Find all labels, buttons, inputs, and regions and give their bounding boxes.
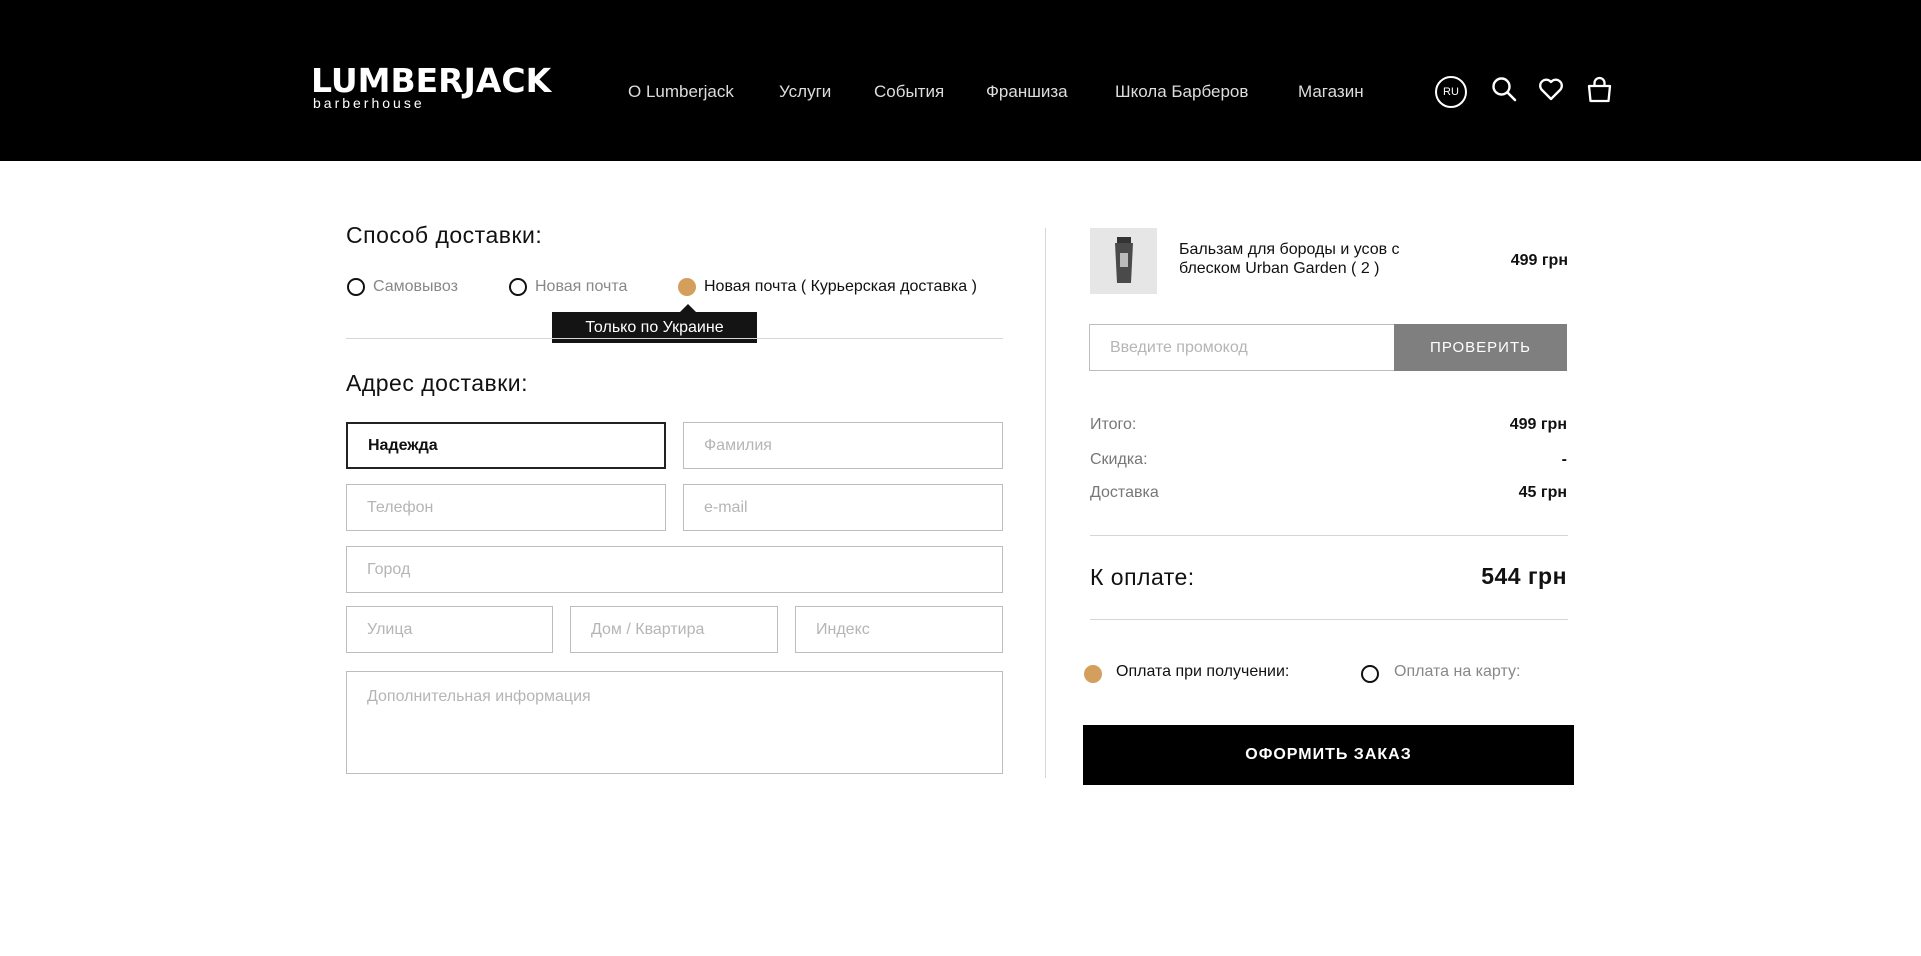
house-apartment-field[interactable] xyxy=(570,606,778,653)
nav-item-events[interactable]: События xyxy=(874,82,944,102)
subtotal-label: Итого: xyxy=(1090,416,1137,433)
radio-pay-on-delivery[interactable] xyxy=(1084,665,1102,683)
delivery-address-title: Адрес доставки: xyxy=(346,370,529,396)
email-field[interactable] xyxy=(683,484,1003,531)
total-label: К оплате: xyxy=(1090,564,1195,590)
nav-item-services[interactable]: Услуги xyxy=(779,82,831,102)
radio-pickup[interactable] xyxy=(347,278,365,296)
product-price: 499 грн xyxy=(1510,252,1568,269)
nav-item-barber-school[interactable]: Школа Барберов xyxy=(1115,82,1248,102)
place-order-button[interactable]: ОФОРМИТЬ ЗАКАЗ xyxy=(1083,725,1574,785)
delivery-cost-label: Доставка xyxy=(1090,484,1159,501)
cart-icon[interactable] xyxy=(1586,76,1613,108)
search-icon[interactable] xyxy=(1491,76,1517,107)
discount-value: - xyxy=(1561,451,1567,468)
check-promo-button[interactable]: ПРОВЕРИТЬ xyxy=(1394,324,1567,371)
delivery-method-title: Способ доставки: xyxy=(346,222,543,248)
phone-field[interactable] xyxy=(346,484,666,531)
nav-item-franchise[interactable]: Франшиза xyxy=(986,82,1068,102)
promo-code-input[interactable] xyxy=(1089,324,1395,371)
site-header: LUMBERJACK barberhouse О Lumberjack Услу… xyxy=(0,0,1921,161)
summary-divider-top xyxy=(1090,535,1568,536)
zip-field[interactable] xyxy=(795,606,1003,653)
last-name-field[interactable] xyxy=(683,422,1003,469)
logo[interactable]: LUMBERJACK barberhouse xyxy=(311,61,552,110)
heart-icon[interactable] xyxy=(1538,76,1564,107)
radio-nova-poshta[interactable] xyxy=(509,278,527,296)
language-switch[interactable]: RU xyxy=(1435,76,1467,108)
radio-pickup-label[interactable]: Самовывоз xyxy=(373,278,458,296)
pay-by-card-label[interactable]: Оплата на карту: xyxy=(1394,663,1520,681)
product-name[interactable]: Бальзам для бороды и усов с блеском Urba… xyxy=(1179,240,1439,278)
first-name-field[interactable] xyxy=(346,422,666,469)
radio-nova-poshta-label[interactable]: Новая почта xyxy=(535,278,627,296)
street-field[interactable] xyxy=(346,606,553,653)
total-value: 544 грн xyxy=(1481,563,1567,589)
radio-nova-poshta-courier[interactable] xyxy=(678,278,696,296)
radio-nova-poshta-courier-label[interactable]: Новая почта ( Курьерская доставка ) xyxy=(704,278,977,296)
city-field[interactable] xyxy=(346,546,1003,593)
product-thumbnail[interactable] xyxy=(1090,228,1157,294)
product-tube-image xyxy=(1114,237,1133,283)
delivery-cost-value: 45 грн xyxy=(1518,484,1567,501)
summary-divider-bottom xyxy=(1090,619,1568,620)
additional-info-field[interactable] xyxy=(346,671,1003,774)
discount-label: Скидка: xyxy=(1090,451,1148,468)
pay-on-delivery-label[interactable]: Оплата при получении: xyxy=(1116,663,1289,681)
column-divider xyxy=(1045,228,1046,778)
nav-item-about[interactable]: О Lumberjack xyxy=(628,82,734,102)
logo-main-text: LUMBERJACK xyxy=(311,61,552,100)
section-divider xyxy=(346,338,1003,339)
subtotal-value: 499 грн xyxy=(1509,416,1567,433)
radio-pay-by-card[interactable] xyxy=(1361,665,1379,683)
nav-item-shop[interactable]: Магазин xyxy=(1298,82,1364,102)
